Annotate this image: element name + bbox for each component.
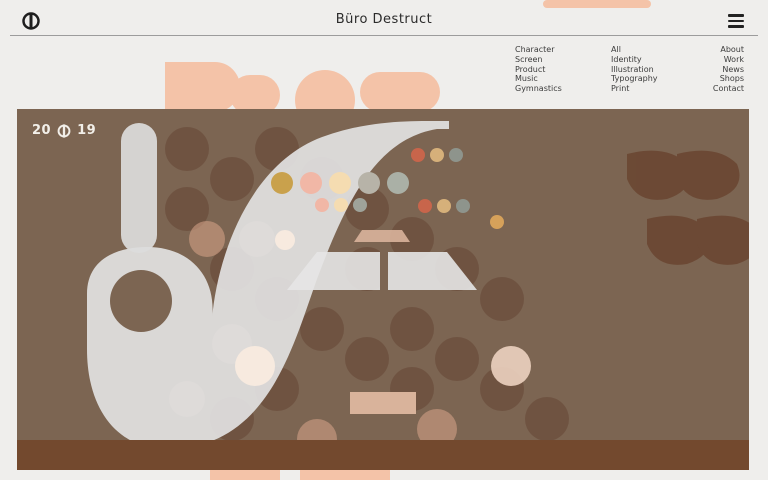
- nav-item-character[interactable]: Character: [515, 45, 562, 55]
- nav-item-about[interactable]: About: [713, 45, 744, 55]
- site-header: Büro Destruct: [0, 0, 768, 36]
- year-label: 20 19: [32, 123, 96, 138]
- nav-item-product[interactable]: Product: [515, 65, 562, 75]
- nav-item-illustration[interactable]: Illustration: [611, 65, 658, 75]
- hero-floor: [17, 440, 749, 470]
- nav-item-print[interactable]: Print: [611, 84, 658, 94]
- year-left: 20: [32, 123, 52, 138]
- nav-item-work[interactable]: Work: [713, 55, 744, 65]
- nav-item-all[interactable]: All: [611, 45, 658, 55]
- nav-item-gymnastics[interactable]: Gymnastics: [515, 84, 562, 94]
- header-divider: [10, 35, 758, 36]
- nav-column-site: About Work News Shops Contact: [713, 45, 744, 94]
- nav-item-typography[interactable]: Typography: [611, 74, 658, 84]
- nav-column-types: All Identity Illustration Typography Pri…: [611, 45, 658, 94]
- hero-artwork[interactable]: 20 19: [17, 109, 749, 470]
- nav-item-identity[interactable]: Identity: [611, 55, 658, 65]
- nav-item-contact[interactable]: Contact: [713, 84, 744, 94]
- bd-logo-icon: [57, 123, 71, 138]
- nav-item-music[interactable]: Music: [515, 74, 562, 84]
- site-title[interactable]: Büro Destruct: [0, 12, 768, 27]
- nav-item-screen[interactable]: Screen: [515, 55, 562, 65]
- nav-item-news[interactable]: News: [713, 65, 744, 75]
- nav-item-shops[interactable]: Shops: [713, 74, 744, 84]
- year-right: 19: [77, 123, 97, 138]
- nav-column-categories: Character Screen Product Music Gymnastic…: [515, 45, 562, 94]
- hamburger-menu-icon[interactable]: [728, 14, 744, 28]
- hero-illustration: [87, 121, 749, 459]
